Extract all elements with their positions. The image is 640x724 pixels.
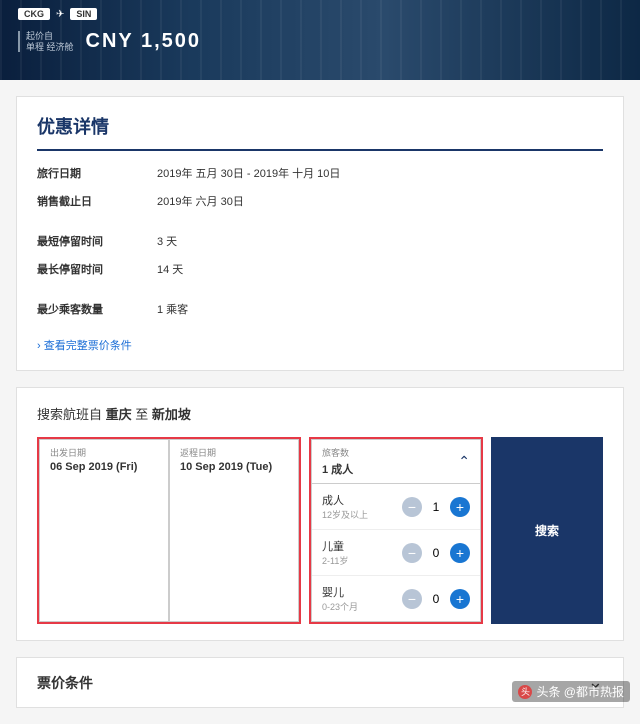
passenger-field[interactable]: 旅客数 1 成人 ⌃ — [311, 439, 481, 484]
search-prefix: 搜索航班自 — [37, 407, 106, 422]
price-value: CNY 1,500 — [86, 30, 202, 53]
dest-badge: SIN — [70, 8, 97, 20]
depart-date-field[interactable]: 出发日期 06 Sep 2019 (Fri) — [39, 439, 169, 622]
info-label: 销售截止日 — [37, 193, 157, 209]
fare-conditions-link[interactable]: › 查看完整票价条件 — [37, 337, 132, 353]
search-mid: 至 — [132, 407, 152, 422]
pax-highlight: 旅客数 1 成人 ⌃ 成人 12岁及以上 − 1 + — [309, 437, 483, 624]
return-label: 返程日期 — [180, 446, 288, 459]
depart-value: 06 Sep 2019 (Fri) — [50, 461, 158, 473]
chevron-up-icon: ⌃ — [458, 453, 470, 470]
currency: CNY — [86, 30, 134, 52]
search-title: 搜索航班自 重庆 至 新加坡 — [37, 404, 603, 423]
info-row: 销售截止日 2019年 六月 30日 — [37, 193, 603, 209]
pax-row-child: 儿童 2-11岁 − 0 + — [312, 530, 480, 576]
pax-row-infant: 婴儿 0-23个月 − 0 + — [312, 576, 480, 621]
info-value: 3 天 — [157, 233, 177, 249]
date-group-highlight: 出发日期 06 Sep 2019 (Fri) 返程日期 10 Sep 2019 … — [37, 437, 301, 624]
search-from: 重庆 — [106, 407, 132, 422]
search-card: 搜索航班自 重庆 至 新加坡 出发日期 06 Sep 2019 (Fri) 返程… — [16, 387, 624, 641]
info-label: 最短停留时间 — [37, 233, 157, 249]
search-button[interactable]: 搜索 — [491, 437, 603, 624]
adult-minus-button[interactable]: − — [402, 497, 422, 517]
watermark-text: 头条 @都市热报 — [536, 683, 624, 700]
search-to: 新加坡 — [152, 407, 191, 422]
info-value: 1 乘客 — [157, 301, 188, 317]
info-row: 最长停留时间 14 天 — [37, 261, 603, 277]
child-count: 0 — [430, 546, 442, 560]
details-title: 优惠详情 — [37, 113, 603, 151]
hero-banner: CKG ✈ SIN 起价自 单程 经济舱 CNY 1,500 — [0, 0, 640, 80]
origin-badge: CKG — [18, 8, 50, 20]
info-label: 最长停留时间 — [37, 261, 157, 277]
plane-icon: ✈ — [56, 9, 64, 20]
fare-title: 票价条件 — [37, 673, 93, 693]
watermark: 头 头条 @都市热报 — [512, 681, 630, 702]
price-amount: 1,500 — [141, 30, 201, 52]
pax-sub: 2-11岁 — [322, 554, 348, 567]
info-row: 最短停留时间 3 天 — [37, 233, 603, 249]
info-value: 2019年 六月 30日 — [157, 193, 244, 209]
pax-name: 儿童 — [322, 538, 348, 554]
return-date-field[interactable]: 返程日期 10 Sep 2019 (Tue) — [169, 439, 299, 622]
depart-label: 出发日期 — [50, 446, 158, 459]
price-label: 起价自 单程 经济舱 — [18, 31, 74, 53]
return-value: 10 Sep 2019 (Tue) — [180, 461, 288, 473]
pax-sub: 0-23个月 — [322, 600, 358, 613]
price-prefix: 起价自 — [26, 31, 74, 42]
adult-count: 1 — [430, 500, 442, 514]
pax-name: 婴儿 — [322, 584, 358, 600]
infant-minus-button[interactable]: − — [402, 589, 422, 609]
child-minus-button[interactable]: − — [402, 543, 422, 563]
route-badges: CKG ✈ SIN — [18, 8, 622, 20]
pax-row-adult: 成人 12岁及以上 − 1 + — [312, 484, 480, 530]
search-row: 出发日期 06 Sep 2019 (Fri) 返程日期 10 Sep 2019 … — [37, 437, 603, 624]
details-card: 优惠详情 旅行日期 2019年 五月 30日 - 2019年 十月 10日 销售… — [16, 96, 624, 371]
pax-value: 1 成人 — [322, 461, 353, 477]
price-row: 起价自 单程 经济舱 CNY 1,500 — [18, 30, 622, 53]
pax-name: 成人 — [322, 492, 368, 508]
child-plus-button[interactable]: + — [450, 543, 470, 563]
infant-plus-button[interactable]: + — [450, 589, 470, 609]
adult-plus-button[interactable]: + — [450, 497, 470, 517]
info-label: 旅行日期 — [37, 165, 157, 181]
watermark-icon: 头 — [518, 685, 532, 699]
info-row: 旅行日期 2019年 五月 30日 - 2019年 十月 10日 — [37, 165, 603, 181]
pax-label: 旅客数 — [322, 446, 353, 459]
info-label: 最少乘客数量 — [37, 301, 157, 317]
price-sub: 单程 经济舱 — [26, 42, 74, 53]
info-value: 2019年 五月 30日 - 2019年 十月 10日 — [157, 165, 340, 181]
passenger-dropdown: 成人 12岁及以上 − 1 + 儿童 2-11岁 − — [311, 484, 481, 622]
info-value: 14 天 — [157, 261, 183, 277]
pax-sub: 12岁及以上 — [322, 508, 368, 521]
info-row: 最少乘客数量 1 乘客 — [37, 301, 603, 317]
